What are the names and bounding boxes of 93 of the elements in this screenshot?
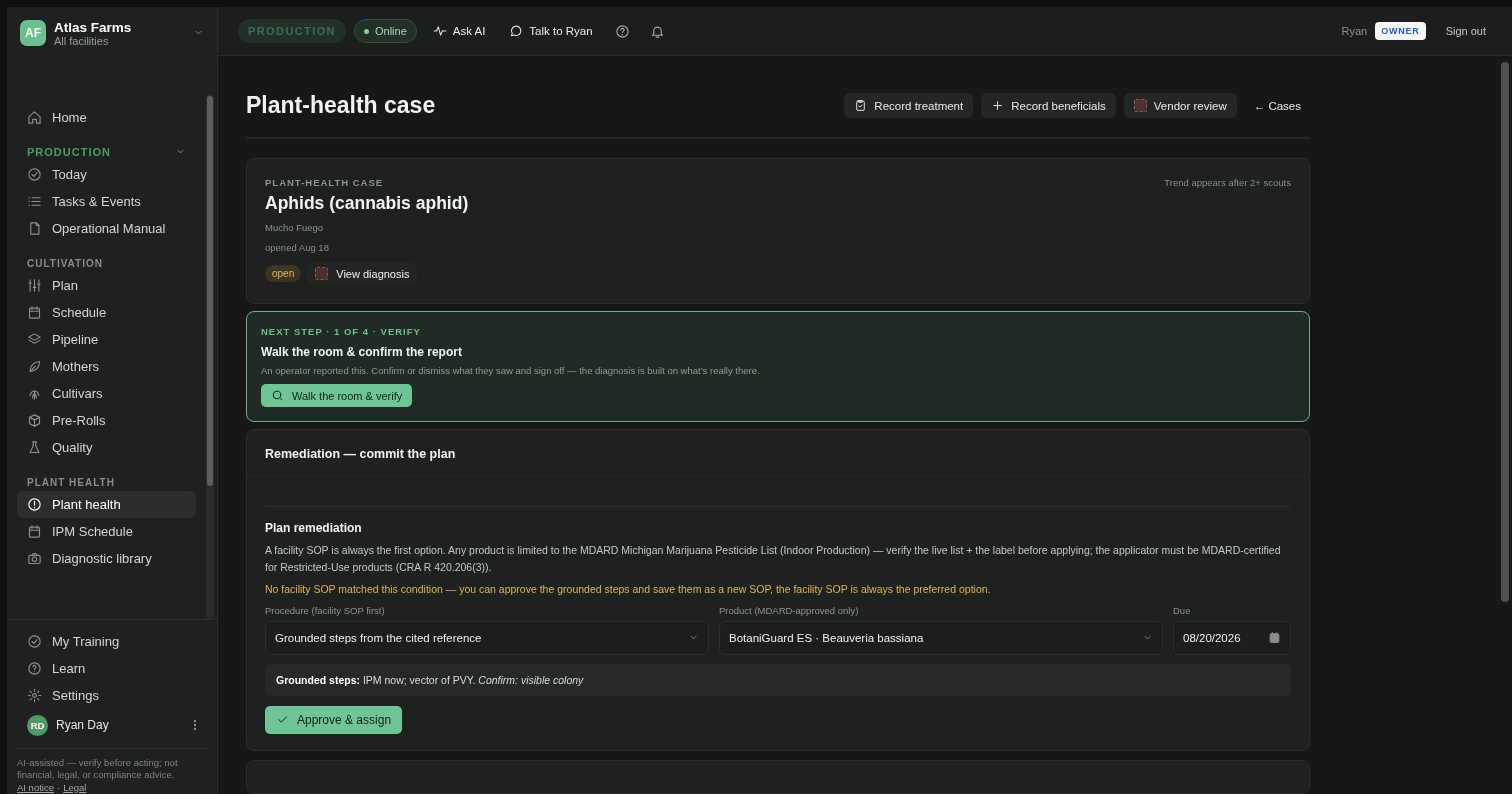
chat-icon <box>509 24 524 38</box>
verify-button[interactable]: Walk the room & verify <box>261 384 413 407</box>
user-name: Ryan <box>1341 25 1368 37</box>
separator: · <box>56 781 61 794</box>
user-avatar: RD <box>27 714 48 736</box>
more-icon[interactable] <box>193 719 197 732</box>
role-badge: OWNER <box>1375 22 1426 40</box>
check-circle-icon <box>27 167 42 182</box>
page-title: Plant-health case <box>246 92 436 119</box>
scrollbar-thumb[interactable] <box>1501 62 1509 602</box>
leaf-icon <box>27 359 42 374</box>
mode-badge: PRODUCTION <box>238 19 346 43</box>
layers-icon <box>27 332 42 347</box>
talk-button[interactable]: Talk to Ryan <box>501 18 601 44</box>
procedure-select[interactable]: Grounded steps from the cited reference <box>265 620 709 655</box>
sidebar-item[interactable]: My Training <box>17 627 207 655</box>
sidebar-item[interactable]: Diagnostic library <box>17 545 196 572</box>
calendar-icon <box>27 305 42 320</box>
approve-button[interactable]: Approve & assign <box>265 705 403 734</box>
scrollbar[interactable] <box>206 94 214 619</box>
sidebar-item[interactable]: Plant health <box>17 491 196 518</box>
document-icon <box>27 221 42 236</box>
footer-link[interactable]: AI notice <box>17 781 54 794</box>
status-pill: Online <box>353 19 417 43</box>
sidebar-item[interactable]: Learn <box>17 654 207 682</box>
box-icon <box>27 413 42 428</box>
section-title: PLANT HEALTH <box>27 476 115 488</box>
grounded-steps-text: Grounded steps: IPM now; vector of PVY. Confirm: visible colony <box>265 663 1291 696</box>
home-icon <box>27 110 42 125</box>
org-scope: All facilities <box>54 34 110 47</box>
alert-icon <box>27 497 42 512</box>
sidebar-item[interactable]: Plan <box>17 272 196 299</box>
clipboard-icon <box>854 99 868 112</box>
card-eyebrow: PLANT-HEALTH CASE <box>265 177 384 188</box>
search-icon <box>271 389 284 402</box>
org-name: Atlas Farms <box>54 19 132 35</box>
step-description: An operator reported this. Confirm or dismiss what they saw and sign off — the diagnosis is built on what’s really there. <box>261 365 761 376</box>
camera-icon <box>27 551 42 566</box>
footer-link[interactable]: Legal <box>63 781 87 794</box>
view-diagnosis-button[interactable]: View diagnosis <box>307 262 418 285</box>
section-heading: Plan remediation <box>265 521 363 535</box>
check-circle-icon <box>27 633 42 649</box>
trend-note: Trend appears after 2+ scouts <box>1164 177 1291 188</box>
list-icon <box>27 194 42 209</box>
flask-icon <box>27 440 42 455</box>
field-label: Procedure (facility SOP first) <box>265 604 386 616</box>
record-beneficials-button[interactable]: Record beneficials <box>981 93 1116 118</box>
sidebar-item[interactable]: Settings <box>17 681 207 709</box>
remediation-text: A facility SOP is always the first option. Any product is limited to the MDARD Michigan Marijuana Pesticide List (Indoor Production) — verify the live list + the label before applying; the applicator must be MDARD-certified for Restricted-Use products (CRA R 420.206(3)). <box>265 543 1282 576</box>
org-avatar: AF <box>20 20 46 46</box>
user-name: Ryan Day <box>56 718 109 733</box>
sliders-icon <box>27 278 42 293</box>
section-title: PRODUCTION <box>27 146 111 158</box>
step-title: Walk the room & confirm the report <box>261 345 463 359</box>
pulse-icon <box>432 24 447 38</box>
vendor-review-button[interactable]: Vendor review <box>1123 93 1237 118</box>
plus-icon <box>991 99 1005 112</box>
cultivar-name: Mucho Fuego <box>265 222 325 233</box>
step-eyebrow: NEXT STEP · 1 OF 4 · VERIFY <box>261 326 422 337</box>
sidebar-item[interactable]: Home <box>17 104 196 131</box>
sidebar-item[interactable]: IPM Schedule <box>17 518 196 545</box>
field-label: Product (MDARD-approved only) <box>719 604 860 616</box>
record-treatment-button[interactable]: Record treatment <box>844 93 974 118</box>
back-link[interactable]: ← Cases <box>1244 93 1310 118</box>
image-placeholder-icon <box>315 267 329 280</box>
sidebar-item[interactable]: Operational Manual <box>17 215 196 242</box>
sidebar-item[interactable]: Schedule <box>17 299 196 326</box>
sign-out-button[interactable]: Sign out <box>1439 24 1492 38</box>
bell-icon <box>649 23 665 39</box>
sidebar-item[interactable]: Cultivars <box>17 380 196 407</box>
field-label: Due <box>1173 604 1192 616</box>
opened-date: opened Aug 18 <box>265 242 330 253</box>
sidebar-item[interactable]: Tasks & Events <box>17 188 196 215</box>
sidebar-item[interactable]: Pipeline <box>17 326 196 353</box>
sidebar-item[interactable]: Quality <box>17 434 196 461</box>
warning-text: No facility SOP matched this condition — you can approve the grounded steps and save them as a new SOP, the facility SOP is always the preferred option. <box>265 582 992 595</box>
disclaimer-text: AI-assisted — verify before acting; not financial, legal, or compliance advice. <box>17 756 179 782</box>
help-icon <box>27 660 42 676</box>
calendar-icon <box>1268 631 1281 645</box>
date-field[interactable]: 08/20/2026 <box>1173 620 1291 655</box>
sidebar-item[interactable]: Today <box>17 161 196 188</box>
section-title: CULTIVATION <box>27 257 103 269</box>
settings-icon <box>27 687 42 703</box>
sidebar-item[interactable]: Mothers <box>17 353 196 380</box>
image-placeholder-icon <box>1133 99 1147 112</box>
product-select[interactable]: BotaniGuard ES · Beauveria bassiana <box>719 620 1163 655</box>
help-icon <box>614 23 630 39</box>
case-title: Aphids (cannabis aphid) <box>265 193 470 214</box>
calendar-icon <box>27 524 42 539</box>
ask-ai-button[interactable]: Ask AI <box>424 18 494 44</box>
card-title: Remediation — commit the plan <box>265 447 456 461</box>
status-badge: open <box>265 265 302 282</box>
sidebar-item[interactable]: Pre-Rolls <box>17 407 196 434</box>
